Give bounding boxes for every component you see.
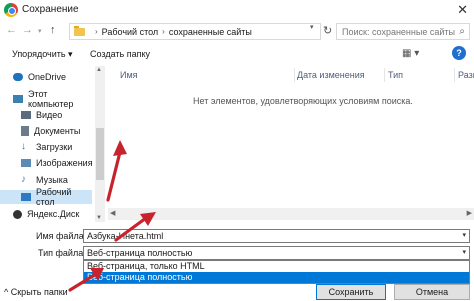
help-icon[interactable]: ? <box>452 46 466 60</box>
video-icon <box>21 111 31 119</box>
scroll-up-icon[interactable]: ▲ <box>96 67 102 73</box>
search-input[interactable]: Поиск: сохраненные сайты ⌕ <box>336 23 470 40</box>
command-toolbar: Упорядочить ▾ Создать папку ▦ ▾ ? <box>0 44 474 66</box>
filetype-dropdown-list[interactable]: Веб-страница, только HTML Веб-страница п… <box>83 260 470 284</box>
scroll-down-icon[interactable]: ▼ <box>96 215 102 221</box>
cloud-icon <box>13 73 23 81</box>
column-divider[interactable] <box>384 68 385 82</box>
close-icon[interactable]: ✕ <box>457 2 468 18</box>
computer-icon <box>13 95 23 103</box>
documents-icon <box>21 126 29 136</box>
breadcrumb-saved-sites[interactable]: сохраненные сайты <box>169 27 252 37</box>
scroll-left-icon[interactable]: ◀ <box>110 209 115 217</box>
sidebar-item-desktop[interactable]: Рабочий стол <box>0 187 92 207</box>
column-header-date[interactable]: Дата изменения <box>297 70 365 80</box>
scroll-right-icon[interactable]: ▶ <box>467 209 472 217</box>
view-options-icon[interactable]: ▦ ▾ <box>402 48 419 59</box>
dialog-footer: ^ Скрыть папки Сохранить Отмена <box>0 284 474 301</box>
downloads-icon: ↓ <box>21 141 26 152</box>
filetype-label: Тип файла: <box>38 248 86 258</box>
empty-results-message: Нет элементов, удовлетворяющих условиям … <box>193 96 413 106</box>
sidebar-item-onedrive[interactable]: OneDrive <box>0 70 92 84</box>
sidebar-scrollbar[interactable]: ▲ ▼ <box>95 66 105 222</box>
sidebar-item-label: Видео <box>36 110 63 120</box>
sidebar-item-label: Яндекс.Диск <box>27 209 80 219</box>
breadcrumb-desktop[interactable]: Рабочий стол <box>102 27 159 37</box>
search-placeholder: Поиск: сохраненные сайты <box>342 27 455 37</box>
yandex-disk-icon <box>13 209 22 219</box>
back-arrow-icon[interactable]: ← <box>6 24 17 36</box>
cancel-button[interactable]: Отмена <box>394 284 470 300</box>
sidebar-item-music[interactable]: ♪ Музыка <box>0 173 92 187</box>
filename-label: Имя файла: <box>36 231 87 241</box>
column-header-size[interactable]: Размер <box>458 70 474 80</box>
sidebar-item-downloads[interactable]: ↓ Загрузки <box>0 140 92 154</box>
sidebar-item-label: Документы <box>34 126 81 136</box>
sidebar-item-label: Загрузки <box>36 142 73 152</box>
organize-button[interactable]: Упорядочить ▾ <box>12 49 73 60</box>
breadcrumb[interactable]: › Рабочий стол › сохраненные сайты <box>69 23 321 40</box>
save-button[interactable]: Сохранить <box>316 284 386 300</box>
sidebar-item-video[interactable]: Видео <box>0 108 92 122</box>
window-title: Сохранение <box>22 4 79 15</box>
sidebar-item-yandex-disk[interactable]: Яндекс.Диск <box>0 207 92 221</box>
hide-folders-label: Скрыть папки <box>10 287 68 297</box>
filename-field[interactable]: Азбука-Инета.html ▾ <box>83 229 470 243</box>
hide-folders-button[interactable]: ^ Скрыть папки <box>4 287 68 297</box>
up-arrow-icon[interactable]: ↑ <box>50 24 56 36</box>
file-list[interactable]: Имя Дата изменения Тип Размер Нет элемен… <box>108 66 474 222</box>
sidebar-scrollbar-thumb[interactable] <box>96 128 104 180</box>
filetype-select[interactable]: Веб-страница полностью ▾ <box>83 246 470 260</box>
chrome-icon <box>4 3 18 17</box>
title-bar: Сохранение ✕ <box>0 0 474 20</box>
pictures-icon <box>21 159 31 167</box>
column-divider[interactable] <box>454 68 455 82</box>
navigation-pane: OneDrive Этот компьютер Видео Документы … <box>0 66 94 222</box>
sidebar-item-label: Рабочий стол <box>36 187 72 207</box>
address-dropdown-chevron-icon[interactable]: ▾ <box>310 23 314 31</box>
music-icon: ♪ <box>21 174 26 185</box>
folder-icon <box>74 25 85 36</box>
filetype-option-complete[interactable]: Веб-страница полностью <box>84 272 469 283</box>
column-header-name[interactable]: Имя <box>120 70 138 80</box>
horizontal-scrollbar[interactable]: ◀ ▶ <box>108 208 474 220</box>
sidebar-item-documents[interactable]: Документы <box>0 124 92 138</box>
forward-arrow-icon[interactable]: → <box>22 24 33 36</box>
sidebar-item-label: Этот компьютер <box>28 89 74 109</box>
sidebar-item-this-pc[interactable]: Этот компьютер <box>0 89 92 109</box>
new-folder-button[interactable]: Создать папку <box>90 49 150 59</box>
desktop-icon <box>21 193 31 201</box>
column-header-type[interactable]: Тип <box>388 70 403 80</box>
address-bar: ← → ▾ ↑ › Рабочий стол › сохраненные сай… <box>0 20 474 42</box>
chevron-down-icon[interactable]: ▾ <box>462 231 466 239</box>
search-icon: ⌕ <box>459 26 465 37</box>
sidebar-item-pictures[interactable]: Изображения <box>0 156 93 170</box>
filetype-value: Веб-страница полностью <box>87 248 193 258</box>
filename-value: Азбука-Инета.html <box>87 231 164 241</box>
sidebar-item-label: Музыка <box>36 175 68 185</box>
chevron-down-icon[interactable]: ▾ <box>462 248 466 256</box>
refresh-icon[interactable]: ↻ <box>323 24 332 37</box>
sidebar-item-label: Изображения <box>36 158 93 168</box>
recent-locations-chevron-icon[interactable]: ▾ <box>38 27 42 35</box>
filetype-option-html-only[interactable]: Веб-страница, только HTML <box>84 261 469 272</box>
chevron-up-icon: ^ <box>4 287 9 297</box>
breadcrumb-separator-icon: › <box>162 27 165 36</box>
column-divider[interactable] <box>294 68 295 82</box>
sidebar-item-label: OneDrive <box>28 72 67 82</box>
breadcrumb-separator-icon: › <box>95 27 98 36</box>
